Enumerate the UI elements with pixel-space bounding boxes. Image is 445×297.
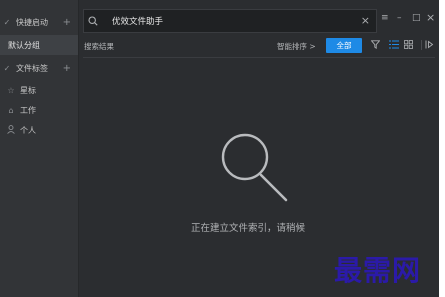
expand-panel-icon[interactable] — [425, 40, 434, 52]
star-icon: ☆ — [7, 85, 15, 95]
results-toolbar: 搜索结果 智能排序 > 全部 — [79, 36, 445, 56]
add-icon[interactable]: + — [63, 63, 71, 74]
filter-icon[interactable] — [370, 40, 381, 52]
empty-state-search-icon — [221, 133, 288, 202]
toolbar-divider — [421, 40, 422, 50]
sidebar-item-personal[interactable]: 个人 — [0, 120, 78, 140]
watermark-logo: 最需网 — [334, 254, 422, 287]
clear-icon[interactable]: × — [361, 14, 370, 27]
minimize-icon[interactable]: – — [397, 13, 402, 23]
sidebar-item-star[interactable]: ☆ 星标 — [0, 80, 78, 100]
search-icon — [84, 16, 102, 26]
chevron-down-icon[interactable]: ✓ — [0, 64, 14, 73]
home-icon: ⌂ — [8, 105, 14, 115]
add-icon[interactable]: + — [63, 17, 71, 28]
sort-dropdown[interactable]: 智能排序 > — [277, 41, 316, 52]
sidebar-section-quick-launch[interactable]: ✓ 快捷启动 + — [0, 12, 78, 32]
sidebar-section-file-tags[interactable]: ✓ 文件标签 + — [0, 58, 78, 78]
filter-all-button[interactable]: 全部 — [326, 38, 362, 53]
sidebar-item-label: 个人 — [20, 125, 36, 135]
sidebar-item-label: 默认分组 — [8, 40, 40, 50]
grid-view-icon[interactable] — [404, 40, 413, 52]
sidebar-item-label: 星标 — [20, 85, 36, 95]
sidebar: ✓ 快捷启动 + 默认分组 ✓ 文件标签 + ☆ 星标 ⌂ 工作 个人 — [0, 0, 79, 297]
results-label: 搜索结果 — [84, 42, 114, 51]
section-label: 文件标签 — [16, 63, 48, 73]
chevron-down-icon[interactable]: ✓ — [0, 18, 14, 27]
sidebar-item-label: 工作 — [20, 105, 36, 115]
list-view-icon[interactable] — [389, 40, 399, 52]
person-icon — [0, 124, 18, 136]
divider — [83, 57, 435, 58]
maximize-icon[interactable]: □ — [412, 13, 421, 23]
search-box[interactable]: 优效文件助手 × — [83, 9, 377, 33]
window-edge — [439, 0, 445, 297]
sidebar-item-default-group[interactable]: 默认分组 — [0, 35, 78, 55]
sidebar-item-work[interactable]: ⌂ 工作 — [0, 100, 78, 120]
close-icon[interactable]: × — [426, 11, 435, 24]
search-input[interactable]: 优效文件助手 — [102, 15, 163, 27]
menu-icon[interactable]: ≡ — [381, 13, 389, 23]
section-label: 快捷启动 — [16, 17, 48, 27]
indexing-status-text: 正在建立文件索引，请稍候 — [191, 223, 306, 234]
